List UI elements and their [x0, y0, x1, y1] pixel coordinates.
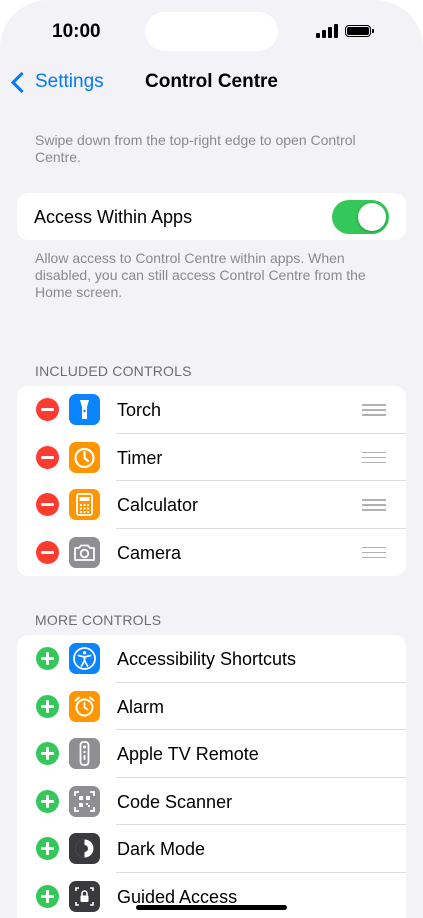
- reorder-handle-icon[interactable]: [362, 451, 386, 464]
- tv-remote-icon: [69, 738, 100, 769]
- control-label: Camera: [117, 542, 182, 563]
- more-control-row: Guided Access: [17, 873, 406, 918]
- reorder-handle-icon[interactable]: [362, 546, 386, 559]
- dynamic-island: [145, 12, 278, 51]
- lock-icon: [69, 880, 100, 912]
- more-control-row: Dark Mode: [17, 825, 406, 873]
- remove-button[interactable]: [36, 398, 59, 421]
- access-within-apps-toggle[interactable]: [332, 200, 389, 234]
- qr-code-icon: [69, 785, 100, 817]
- home-indicator[interactable]: [136, 905, 287, 910]
- cellular-signal-icon: [316, 24, 338, 38]
- timer-icon: [69, 441, 100, 473]
- intro-note: Swipe down from the top-right edge to op…: [35, 132, 356, 165]
- accessibility-icon: [69, 643, 100, 674]
- add-button[interactable]: [36, 694, 59, 718]
- remove-button[interactable]: [36, 493, 59, 516]
- included-control-row: Camera: [17, 529, 406, 577]
- access-within-apps-card: Access Within Apps: [17, 193, 406, 240]
- add-button[interactable]: [36, 647, 59, 670]
- included-control-row: Torch: [17, 386, 406, 434]
- dark-mode-icon: [69, 833, 100, 864]
- access-within-apps-label: Access Within Apps: [34, 207, 193, 227]
- add-button[interactable]: [36, 789, 59, 813]
- reorder-handle-icon[interactable]: [362, 499, 386, 511]
- more-controls-list: Accessibility Shortcuts Alarm Apple TV R…: [17, 635, 406, 918]
- add-button[interactable]: [36, 742, 59, 765]
- control-label: Code Scanner: [117, 791, 233, 812]
- toggle-knob: [358, 203, 386, 231]
- phone-screen: 10:00 Settings Control Centre Swipe down…: [0, 0, 423, 918]
- remove-button[interactable]: [36, 540, 59, 564]
- add-button[interactable]: [36, 884, 59, 908]
- access-within-apps-note: Allow access to Control Centre within ap…: [35, 250, 366, 300]
- alarm-icon: [69, 690, 100, 722]
- more-controls-header: MORE CONTROLS: [35, 612, 162, 628]
- control-label: Apple TV Remote: [117, 744, 259, 764]
- included-controls-list: Torch Timer Calculator Camera: [17, 386, 406, 576]
- included-controls-header: INCLUDED CONTROLS: [35, 363, 192, 379]
- more-control-row: Apple TV Remote: [17, 730, 406, 778]
- battery-icon: [345, 25, 374, 37]
- more-control-row: Accessibility Shortcuts: [17, 635, 406, 683]
- navigation-bar: Settings Control Centre: [0, 64, 423, 100]
- included-control-row: Timer: [17, 434, 406, 481]
- control-label: Torch: [117, 400, 162, 420]
- add-button[interactable]: [36, 837, 59, 860]
- control-label: Accessibility Shortcuts: [117, 649, 297, 669]
- status-bar: 10:00: [0, 0, 423, 64]
- camera-icon: [69, 536, 100, 568]
- page-title: Control Centre: [145, 71, 278, 92]
- calculator-icon: [69, 489, 100, 520]
- remove-button[interactable]: [36, 445, 59, 469]
- reorder-handle-icon[interactable]: [362, 404, 386, 416]
- more-control-row: Alarm: [17, 683, 406, 730]
- control-label: Dark Mode: [117, 839, 206, 859]
- control-label: Calculator: [117, 495, 199, 515]
- status-time: 10:00: [52, 21, 101, 42]
- more-control-row: Code Scanner: [17, 778, 406, 825]
- control-label: Alarm: [117, 696, 165, 717]
- control-label: Timer: [117, 447, 163, 468]
- torch-icon: [69, 394, 100, 425]
- access-within-apps-row: Access Within Apps: [17, 193, 406, 240]
- included-control-row: Calculator: [17, 481, 406, 529]
